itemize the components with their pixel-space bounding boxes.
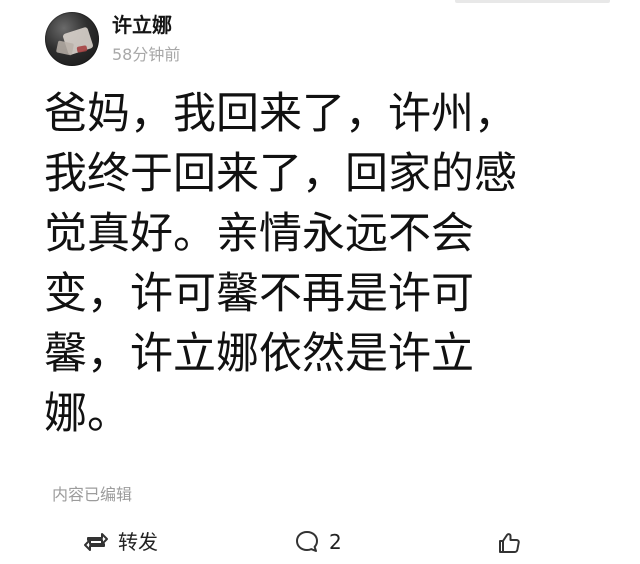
thumbs-up-icon <box>499 533 520 553</box>
repost-icon <box>84 533 108 551</box>
comment-count: 2 <box>329 530 342 554</box>
post-text-line: 娜。 <box>44 389 130 439</box>
post-text-line: 馨，许立娜依然是许立 <box>44 329 474 379</box>
repost-button[interactable]: 转发 <box>82 528 158 556</box>
post-text-line: 我终于回来了，回家的感 <box>44 149 517 199</box>
top-edge-strip <box>455 0 610 3</box>
comment-bubble-icon <box>296 531 318 552</box>
repost-label: 转发 <box>118 530 158 554</box>
comment-button[interactable]: 2 <box>293 528 342 556</box>
post-text-line: 觉真好。亲情永远不会 <box>44 209 474 259</box>
avatar[interactable] <box>45 12 99 66</box>
post-text-line: 变，许可馨不再是许可 <box>44 269 474 319</box>
avatar-photo-shape <box>55 40 75 56</box>
author-name[interactable]: 许立娜 <box>112 11 172 39</box>
like-button[interactable] <box>494 529 524 557</box>
avatar-photo-shape <box>76 45 88 53</box>
post-text-line: 爸妈，我回来了，许州， <box>44 89 517 139</box>
edited-label: 内容已编辑 <box>52 485 133 504</box>
post-action-bar: 转发 2 <box>0 527 640 564</box>
post-timestamp: 58分钟前 <box>112 45 181 64</box>
post-body: 爸妈，我回来了，许州， 我终于回来了，回家的感 觉真好。亲情永远不会 变，许可馨… <box>44 84 616 474</box>
